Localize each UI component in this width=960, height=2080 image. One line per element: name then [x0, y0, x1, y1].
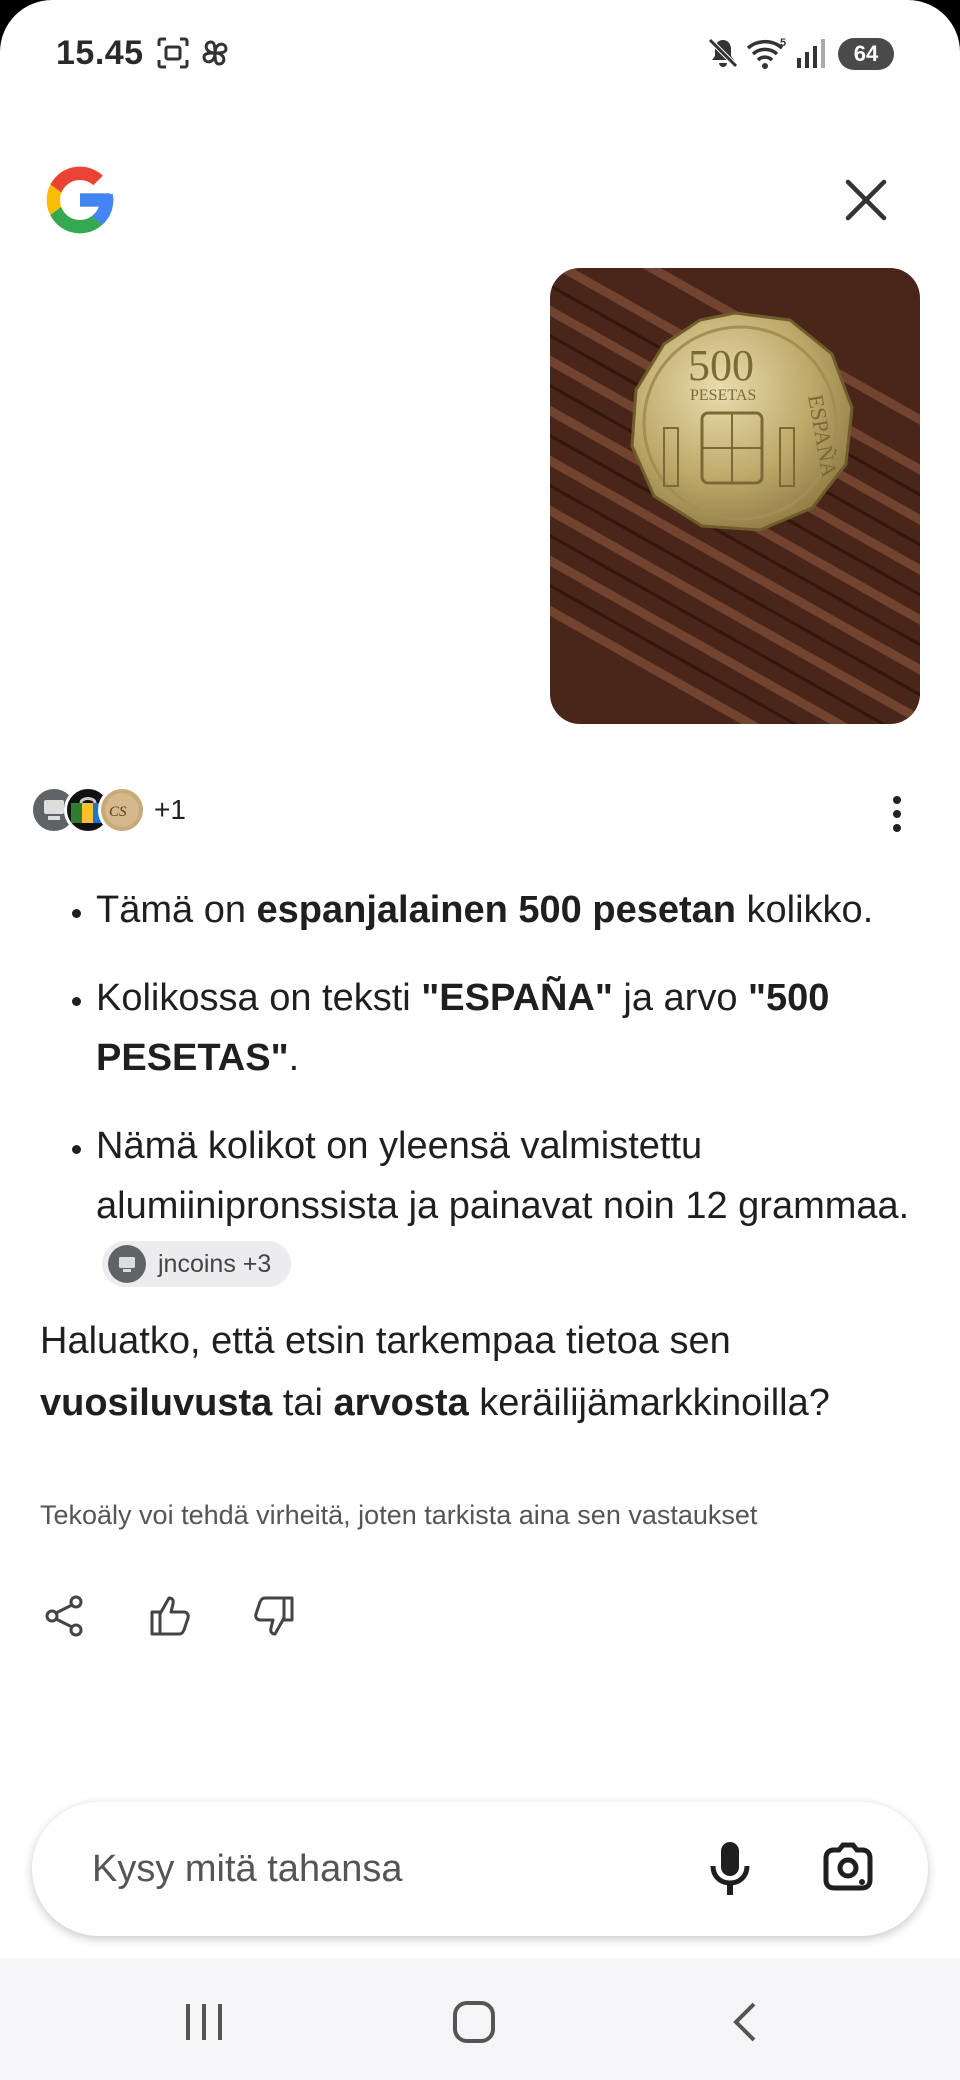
thumbs-up-icon[interactable]: [146, 1592, 194, 1640]
mute-icon: [708, 38, 738, 68]
microphone-icon[interactable]: [700, 1836, 760, 1902]
battery-icon: 64: [838, 38, 894, 70]
ask-input[interactable]: [90, 1838, 654, 1900]
thumbs-down-icon[interactable]: [250, 1592, 298, 1640]
home-icon[interactable]: [450, 1998, 498, 2046]
followup-text: tai: [272, 1382, 334, 1424]
answer-bullet: Tämä on espanjalainen 500 pesetan kolikk…: [96, 880, 920, 940]
coin-image: 500 PESETAS ESPAÑA: [550, 268, 920, 724]
ask-input-box: [32, 1802, 928, 1936]
pinwheel-icon: [202, 40, 228, 66]
bullet-text: kolikko.: [735, 889, 874, 931]
back-icon[interactable]: [722, 1998, 770, 2046]
followup-bold: arvosta: [333, 1382, 469, 1424]
svg-text:CS: CS: [109, 804, 127, 820]
answer-bullets: Tämä on espanjalainen 500 pesetan kolikk…: [40, 880, 920, 1296]
bullet-text: Nämä kolikot on yleensä valmistettu alum…: [96, 1125, 910, 1227]
more-options-icon[interactable]: [882, 792, 912, 836]
source-chip-label: jncoins +3: [158, 1249, 272, 1278]
bullet-text: Kolikossa on teksti: [96, 977, 422, 1019]
followup-text: keräilijämarkkinoilla?: [468, 1382, 830, 1424]
ai-disclaimer: Tekoäly voi tehdä virheitä, joten tarkis…: [40, 1500, 758, 1530]
svg-text:PESETAS: PESETAS: [690, 387, 756, 404]
bullet-bold: espanjalainen 500 pesetan: [256, 889, 736, 931]
followup-bold: vuosiluvusta: [40, 1382, 273, 1424]
system-nav-bar: [0, 1958, 960, 2080]
svg-text:500: 500: [688, 341, 754, 390]
bullet-text: Tämä on: [96, 889, 257, 931]
ai-answer: Tämä on espanjalainen 500 pesetan kolikk…: [40, 880, 920, 1324]
bullet-bold: "ESPAÑA": [421, 977, 613, 1019]
coin-photo[interactable]: 500 PESETAS ESPAÑA: [550, 268, 920, 724]
share-icon[interactable]: [40, 1592, 88, 1640]
wifi-icon: 5: [746, 37, 786, 69]
app-screen: 15.45 5 64 500 PESETAS ESPAÑA CS +1 • Tä…: [0, 0, 960, 2080]
monitor-icon: [108, 1244, 146, 1283]
status-time: 15.45: [56, 34, 144, 72]
sources-more-count: +1: [154, 794, 186, 825]
answer-bullet: Nämä kolikot on yleensä valmistettu alum…: [96, 1116, 920, 1296]
source-avatar-coins: CS: [98, 786, 146, 834]
google-logo: [46, 166, 114, 234]
bullet-text: ja arvo: [612, 977, 749, 1019]
google-lens-icon[interactable]: [818, 1838, 878, 1898]
answer-bullet: Kolikossa on teksti "ESPAÑA" ja arvo "50…: [96, 968, 920, 1088]
screenshot-icon: [157, 37, 189, 69]
status-bar: 15.45 5 64: [0, 0, 960, 110]
source-chip[interactable]: jncoins +3: [102, 1240, 292, 1287]
signal-icon: [797, 39, 825, 68]
bullet-text: .: [288, 1037, 300, 1079]
close-icon[interactable]: [836, 170, 896, 230]
recent-apps-icon[interactable]: [180, 1998, 228, 2046]
followup-question: Haluatko, että etsin tarkempaa tietoa se…: [40, 1310, 920, 1434]
svg-text:5: 5: [780, 37, 786, 49]
followup-text: Haluatko, että etsin tarkempaa tietoa se…: [40, 1320, 731, 1362]
